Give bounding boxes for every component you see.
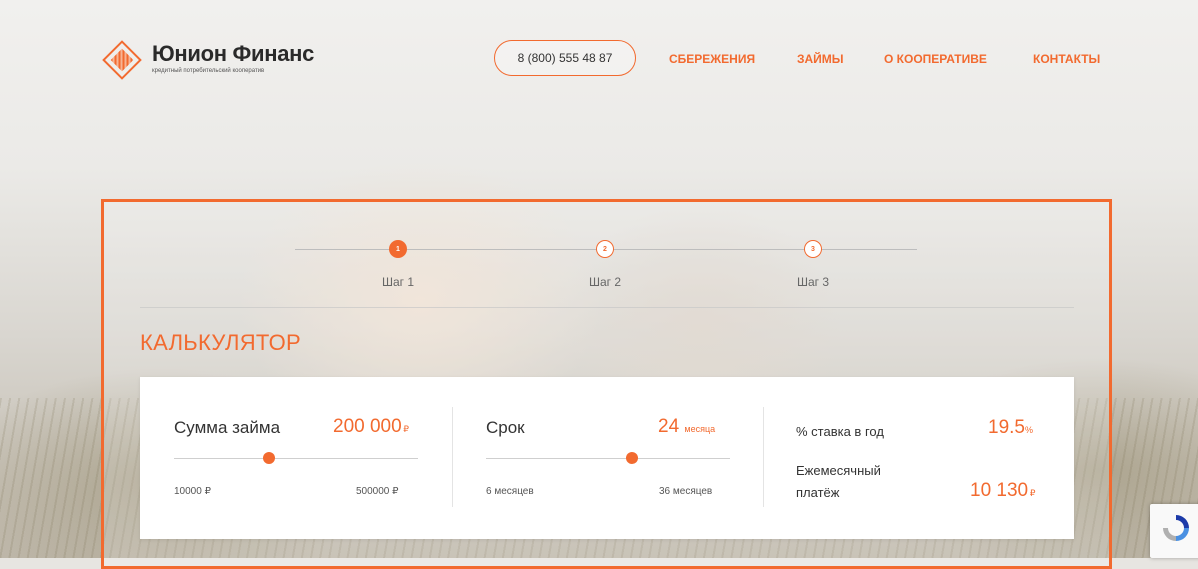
term-slider-track[interactable] xyxy=(486,458,730,459)
step-2-marker[interactable]: 2 xyxy=(596,240,614,258)
term-slider-handle[interactable] xyxy=(626,452,639,464)
nav-about[interactable]: О КООПЕРАТИВЕ xyxy=(884,52,987,66)
monthly-label-line2: платёж xyxy=(796,485,840,500)
rate-unit: % xyxy=(1024,425,1033,435)
step-1-label: Шаг 1 xyxy=(381,275,415,289)
logo[interactable]: Юнион Финанс кредитный потребительский к… xyxy=(100,38,314,82)
column-separator xyxy=(452,407,453,507)
logo-diamond-icon xyxy=(100,38,144,82)
term-max: 36 месяцев xyxy=(659,486,713,497)
amount-value: 200 000 ₽ xyxy=(333,416,410,437)
term-unit: месяца xyxy=(684,424,716,434)
column-separator xyxy=(763,407,764,507)
logo-subtitle: кредитный потребительский кооператив xyxy=(152,68,265,74)
nav-savings[interactable]: СБЕРЕЖЕНИЯ xyxy=(669,52,755,66)
amount-label: Сумма займа xyxy=(174,418,281,437)
logo-name: Юнион Финанс xyxy=(152,41,315,66)
amount-max: 500000 ₽ xyxy=(356,486,399,497)
step-2-label: Шаг 2 xyxy=(588,275,622,289)
monthly-label-line1: Ежемесячный xyxy=(796,463,881,478)
amount-slider-track[interactable] xyxy=(174,458,418,459)
steps-divider xyxy=(140,307,1074,308)
step-1-marker[interactable]: 1 xyxy=(389,240,407,258)
rate-label: % ставка в год xyxy=(796,424,884,439)
recaptcha-icon xyxy=(1163,515,1189,541)
monthly-value: 10 130 ₽ xyxy=(970,480,1036,501)
term-value: 24 месяца xyxy=(658,416,716,437)
recaptcha-badge[interactable] xyxy=(1150,504,1198,558)
term-label: Срок xyxy=(486,418,525,437)
step-3-marker[interactable]: 3 xyxy=(804,240,822,258)
monthly-unit: ₽ xyxy=(1029,488,1036,498)
phone-button[interactable]: 8 (800) 555 48 87 xyxy=(494,40,636,76)
nav-contacts[interactable]: КОНТАКТЫ xyxy=(1033,52,1100,66)
amount-unit: ₽ xyxy=(403,424,410,434)
amount-slider-handle[interactable] xyxy=(263,452,276,464)
amount-min: 10000 ₽ xyxy=(174,486,211,497)
step-3-label: Шаг 3 xyxy=(796,275,830,289)
term-min: 6 месяцев xyxy=(486,486,534,497)
calculator-title: КАЛЬКУЛЯТОР xyxy=(140,330,302,355)
calculator-card: Сумма займа 200 000 ₽ 10000 ₽ 500000 ₽ С… xyxy=(140,377,1074,539)
nav-loans[interactable]: ЗАЙМЫ xyxy=(797,52,844,66)
rate-value: 19.5% xyxy=(988,417,1033,438)
